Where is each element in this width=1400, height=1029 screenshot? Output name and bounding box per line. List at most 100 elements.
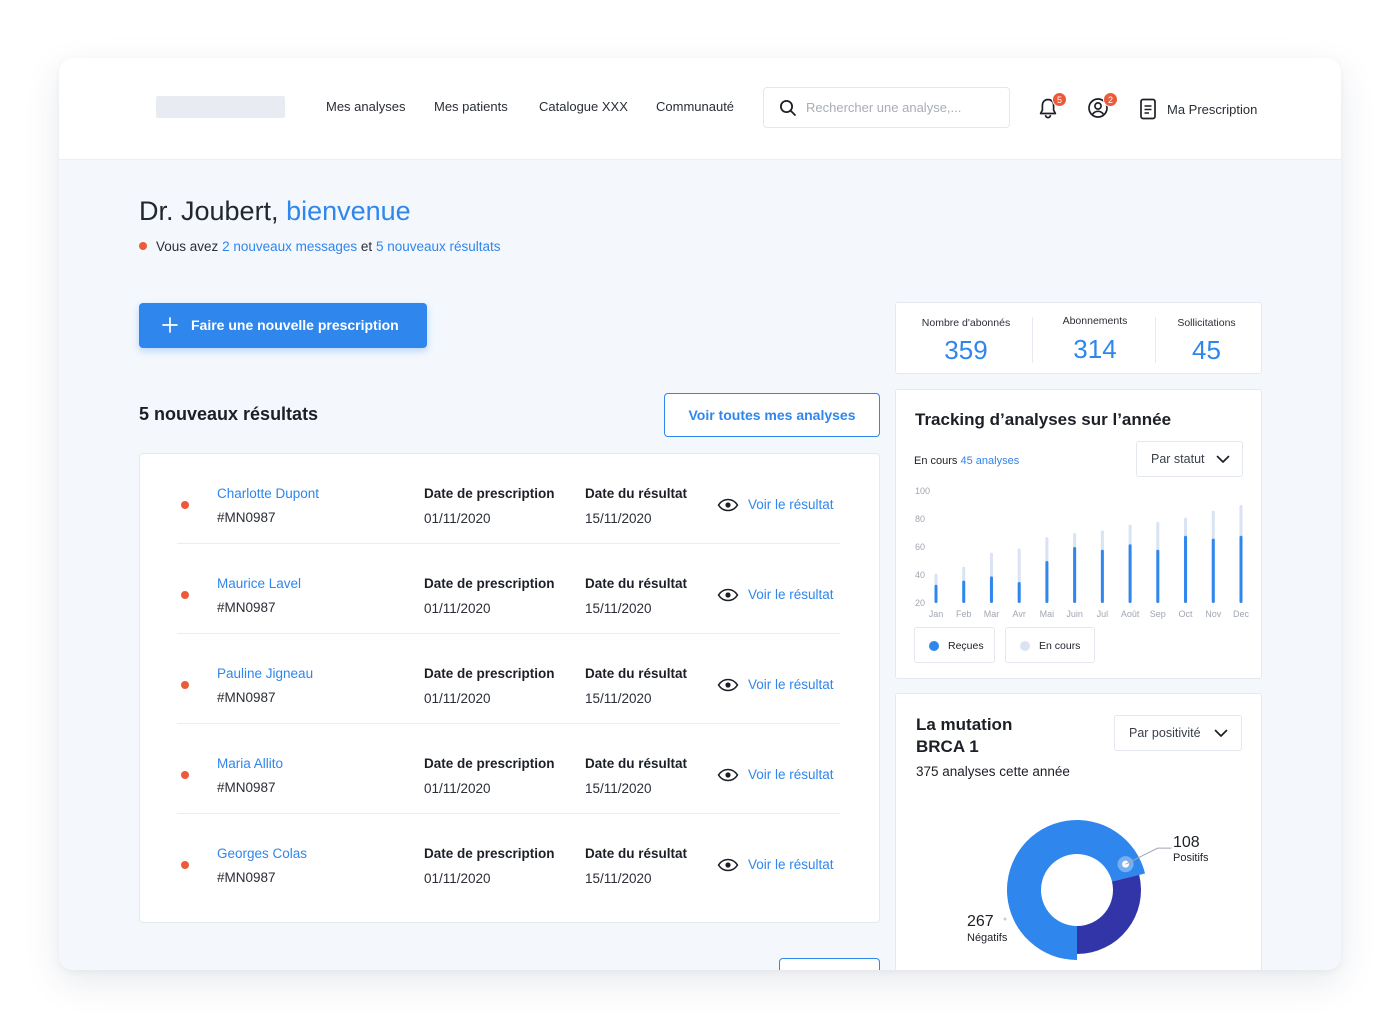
prescription-date-label: Date de prescription xyxy=(424,666,555,681)
prescription-date-value: 01/11/2020 xyxy=(424,871,491,886)
results-title: 5 nouveaux résultats xyxy=(139,404,319,424)
notifications-button[interactable]: 5 xyxy=(1037,92,1067,120)
nav-item-catalogue[interactable]: Catalogue XXX xyxy=(539,99,628,114)
result-date-value: 15/11/2020 xyxy=(585,691,652,706)
status-value[interactable]: 45 analyses xyxy=(960,455,1019,467)
patient-id: #MN0987 xyxy=(217,600,276,615)
more-button-partial[interactable] xyxy=(779,958,880,970)
new-prescription-label: Faire une nouvelle prescription xyxy=(191,317,399,333)
stat-subscribers: Nombre d'abonnés 359 xyxy=(896,303,1036,373)
legend-received[interactable]: Reçues xyxy=(914,627,995,663)
patient-id: #MN0987 xyxy=(217,870,276,885)
y-tick-label: 20 xyxy=(915,598,925,608)
app-frame: Mes analyses Mes patients Catalogue XXX … xyxy=(59,58,1341,970)
x-tick-label: Feb xyxy=(956,609,972,619)
result-date-value: 15/11/2020 xyxy=(585,601,652,616)
donut-marker xyxy=(1122,860,1130,868)
patient-name-link[interactable]: Maria Allito xyxy=(217,756,283,771)
nav-item-communaute[interactable]: Communauté xyxy=(656,99,734,114)
stat-value: 359 xyxy=(944,335,988,365)
result-row: Pauline Jigneau #MN0987 Date de prescrip… xyxy=(177,634,840,724)
stat-subscriptions: Abonnements 314 xyxy=(1034,303,1156,373)
result-row: Georges Colas #MN0987 Date de prescripti… xyxy=(177,814,840,904)
mutation-donut-chart: 108Positifs 267 Négatifs xyxy=(967,820,1209,960)
new-prescription-button[interactable]: Faire une nouvelle prescription xyxy=(139,303,427,348)
view-result-label: Voir le résultat xyxy=(748,677,834,692)
view-result-label: Voir le résultat xyxy=(748,767,834,782)
welcome-summary: Vous avez 2 nouveaux messages et 5 nouve… xyxy=(139,239,501,254)
search-box[interactable] xyxy=(763,87,1010,128)
result-date-value: 15/11/2020 xyxy=(585,511,652,526)
positifs-value: 108 xyxy=(1173,834,1200,851)
tracking-title: Tracking d’analyses sur l’année xyxy=(915,410,1172,429)
result-date-label: Date du résultat xyxy=(585,576,688,591)
x-tick-label: Sep xyxy=(1150,609,1166,619)
new-messages-link[interactable]: 2 nouveaux messages xyxy=(222,239,357,254)
result-date-value: 15/11/2020 xyxy=(585,781,652,796)
logo-placeholder[interactable] xyxy=(156,96,285,118)
positivity-filter-dropdown[interactable]: Par positivité xyxy=(1114,715,1242,751)
account-button[interactable]: 2 xyxy=(1087,92,1118,119)
result-date-value: 15/11/2020 xyxy=(585,871,652,886)
prescription-date-value: 01/11/2020 xyxy=(424,511,491,526)
top-navigation-bar: Mes analyses Mes patients Catalogue XXX … xyxy=(59,58,1341,160)
bar-recues xyxy=(1184,535,1188,603)
plus-icon xyxy=(162,317,178,333)
bar-recues xyxy=(1211,538,1215,603)
divider xyxy=(1032,317,1033,363)
y-tick-label: 100 xyxy=(915,486,930,496)
new-results-link[interactable]: 5 nouveaux résultats xyxy=(376,239,501,254)
stat-requests: Sollicitations 45 xyxy=(1156,303,1257,373)
patient-name-link[interactable]: Pauline Jigneau xyxy=(217,666,313,681)
tracking-status: En cours 45 analyses xyxy=(914,455,1019,467)
patient-id: #MN0987 xyxy=(217,780,276,795)
prescription-label: Ma Prescription xyxy=(1167,102,1258,117)
mutation-card: La mutation BRCA 1 375 analyses cette an… xyxy=(895,693,1262,970)
dropdown-label: Par statut xyxy=(1151,452,1205,466)
prescription-date-value: 01/11/2020 xyxy=(424,601,491,616)
dropdown-label: Par positivité xyxy=(1129,726,1201,740)
prescription-date-label: Date de prescription xyxy=(424,846,555,861)
prescription-date-label: Date de prescription xyxy=(424,486,555,501)
patient-name-link[interactable]: Maurice Lavel xyxy=(217,576,301,591)
patient-id: #MN0987 xyxy=(217,510,276,525)
y-tick-label: 80 xyxy=(915,514,925,524)
results-list: Charlotte Dupont #MN0987 Date de prescri… xyxy=(139,453,880,923)
status-prefix: En cours xyxy=(914,455,958,467)
x-tick-label: Nov xyxy=(1205,609,1222,619)
legend-in-progress[interactable]: En cours xyxy=(1005,627,1095,663)
patient-id: #MN0987 xyxy=(217,690,276,705)
mutation-title-line1: La mutation xyxy=(916,715,1013,734)
status-filter-dropdown[interactable]: Par statut xyxy=(1136,441,1243,477)
eye-icon xyxy=(717,858,739,872)
patient-name-link[interactable]: Charlotte Dupont xyxy=(217,486,319,501)
prescription-date-value: 01/11/2020 xyxy=(424,691,491,706)
search-input[interactable] xyxy=(806,88,1001,127)
welcome-heading: Dr. Joubert, bienvenue xyxy=(139,196,411,227)
eye-icon xyxy=(717,678,739,692)
patient-name-link[interactable]: Georges Colas xyxy=(217,846,307,861)
x-tick-label: Mai xyxy=(1040,609,1055,619)
bar-recues xyxy=(962,580,966,603)
account-badge: 2 xyxy=(1103,92,1118,107)
mutation-subtitle: 375 analyses cette année xyxy=(916,764,1070,779)
notifications-badge: 5 xyxy=(1052,92,1067,107)
legend-swatch-in-progress xyxy=(1020,641,1030,651)
result-date-label: Date du résultat xyxy=(585,666,688,681)
nav-item-mes-analyses[interactable]: Mes analyses xyxy=(326,99,405,114)
result-row: Maurice Lavel #MN0987 Date de prescripti… xyxy=(177,544,840,634)
result-date-label: Date du résultat xyxy=(585,486,688,501)
bar-recues xyxy=(1045,561,1049,603)
y-tick-label: 40 xyxy=(915,570,925,580)
stat-label: Nombre d'abonnés xyxy=(921,317,1011,329)
view-all-analyses-button[interactable]: Voir toutes mes analyses xyxy=(664,393,880,437)
result-date-label: Date du résultat xyxy=(585,756,688,771)
summary-prefix: Vous avez xyxy=(156,239,219,254)
search-icon xyxy=(780,100,796,116)
nav-item-mes-patients[interactable]: Mes patients xyxy=(434,99,508,114)
negatifs-value: 267 xyxy=(967,913,994,930)
y-tick-label: 60 xyxy=(915,542,925,552)
prescription-link[interactable]: Ma Prescription xyxy=(1139,98,1257,122)
bar-recues xyxy=(1073,547,1077,603)
bar-recues xyxy=(934,584,938,603)
